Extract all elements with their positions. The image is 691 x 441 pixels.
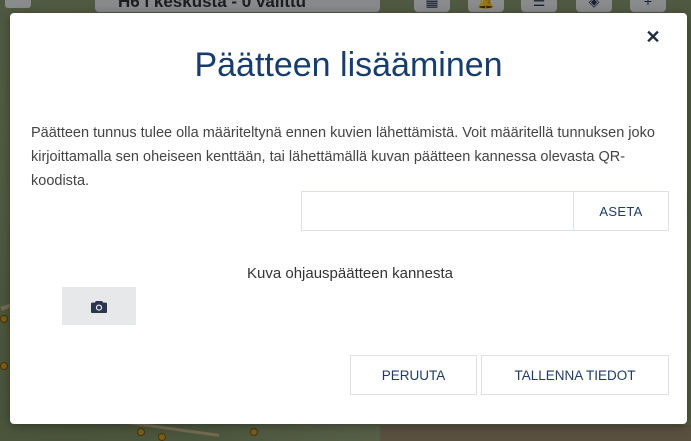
close-icon[interactable]: ✕ <box>643 27 663 47</box>
set-button[interactable]: ASETA <box>573 191 669 231</box>
add-terminal-dialog: ✕ Päätteen lisääminen Päätteen tunnus tu… <box>10 13 687 424</box>
dialog-title: Päätteen lisääminen <box>194 46 503 84</box>
camera-icon <box>91 300 107 313</box>
dialog-description: Päätteen tunnus tulee olla määriteltynä … <box>31 125 655 189</box>
take-photo-button[interactable] <box>62 287 136 325</box>
photo-label: Kuva ohjauspäätteen kannesta <box>247 265 453 282</box>
terminal-id-input[interactable] <box>301 191 574 231</box>
save-button[interactable]: TALLENNA TIEDOT <box>481 355 669 395</box>
cancel-button[interactable]: PERUUTA <box>350 355 477 395</box>
